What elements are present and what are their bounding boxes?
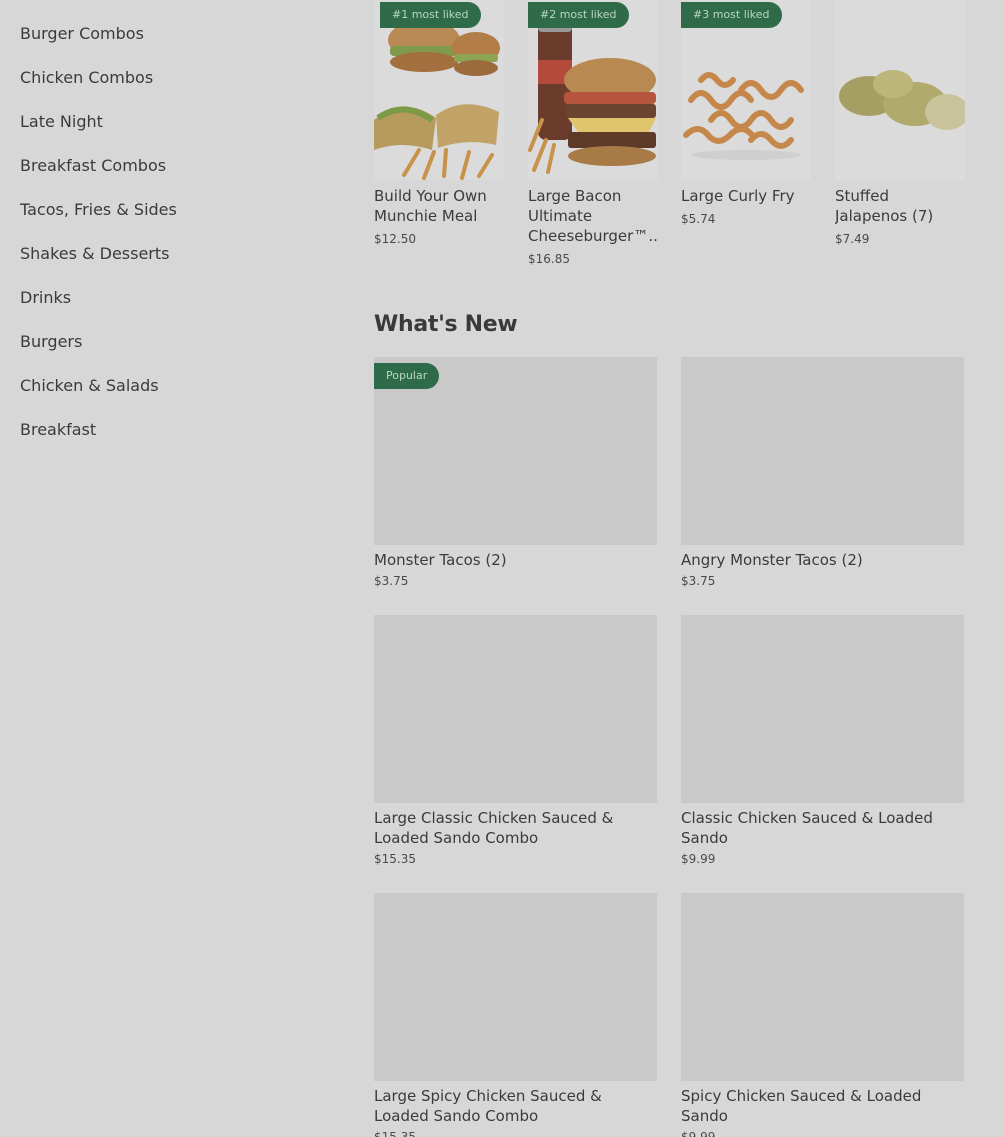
sidebar-item-chicken-combos[interactable]: Chicken Combos bbox=[20, 68, 153, 88]
product-name: Classic Chicken Sauced & Loaded Sando bbox=[681, 809, 933, 847]
sidebar-item-tacos-fries-sides[interactable]: Tacos, Fries & Sides bbox=[20, 200, 177, 220]
sidebar-item-shakes-desserts[interactable]: Shakes & Desserts bbox=[20, 244, 170, 264]
sidebar-item-breakfast-combos[interactable]: Breakfast Combos bbox=[20, 156, 166, 176]
menu-item-card[interactable]: Large Classic Chicken Sauced & Loaded Sa… bbox=[374, 615, 657, 867]
product-image-bacon-cheeseburger: #2 most liked bbox=[528, 0, 658, 180]
sidebar-item-breakfast[interactable]: Breakfast bbox=[20, 420, 96, 440]
menu-page: Burger Combos Chicken Combos Late Night … bbox=[0, 0, 1004, 1137]
sidebar-item-drinks[interactable]: Drinks bbox=[20, 288, 71, 308]
sidebar-item-burgers[interactable]: Burgers bbox=[20, 332, 82, 352]
product-name: Stuffed Jalapenos (7) bbox=[835, 187, 934, 225]
product-image-placeholder: Popular bbox=[374, 357, 657, 545]
product-name: Spicy Chicken Sauced & Loaded Sando bbox=[681, 1087, 922, 1125]
product-image-placeholder bbox=[681, 357, 964, 545]
most-liked-card[interactable]: #3 most liked Large Curly Fry $5.74 bbox=[681, 0, 811, 226]
product-price: $7.49 bbox=[835, 232, 870, 246]
product-image-placeholder bbox=[681, 615, 964, 803]
menu-item-card[interactable]: Classic Chicken Sauced & Loaded Sando $9… bbox=[681, 615, 964, 867]
product-price: $5.74 bbox=[681, 212, 716, 226]
product-image-placeholder bbox=[681, 893, 964, 1081]
sidebar-item-late-night[interactable]: Late Night bbox=[20, 112, 103, 132]
product-name: Build Your Own Munchie Meal bbox=[374, 187, 487, 225]
product-price: $3.75 bbox=[374, 574, 409, 588]
product-price: $9.99 bbox=[681, 1130, 716, 1137]
section-title-whats-new: What's New bbox=[374, 312, 518, 337]
product-image-stuffed-jalapenos bbox=[835, 0, 965, 180]
most-liked-card[interactable]: #1 most liked Build Your Own Munchie Mea… bbox=[374, 0, 504, 246]
rank-badge: #2 most liked bbox=[528, 2, 629, 28]
menu-item-card[interactable]: Popular Monster Tacos (2) $3.75 bbox=[374, 357, 657, 589]
product-name: Angry Monster Tacos (2) bbox=[681, 551, 863, 569]
product-price: $3.75 bbox=[681, 574, 716, 588]
most-liked-card[interactable]: #2 most liked Large Bacon Ultimate Chees… bbox=[528, 0, 658, 266]
popular-badge: Popular bbox=[374, 363, 440, 389]
product-price: $9.99 bbox=[681, 852, 716, 866]
sidebar-item-chicken-salads[interactable]: Chicken & Salads bbox=[20, 376, 159, 396]
product-image-placeholder bbox=[374, 615, 657, 803]
product-price: $12.50 bbox=[374, 232, 416, 246]
product-image-munchie-meal: #1 most liked bbox=[374, 0, 504, 180]
sidebar-item-burger-combos[interactable]: Burger Combos bbox=[20, 24, 144, 44]
product-name: Large Spicy Chicken Sauced & Loaded Sand… bbox=[374, 1087, 602, 1125]
category-sidebar: Burger Combos Chicken Combos Late Night … bbox=[0, 0, 340, 1137]
product-name: Large Curly Fry bbox=[681, 187, 795, 205]
rank-badge: #3 most liked bbox=[681, 2, 782, 28]
product-price: $16.85 bbox=[528, 252, 570, 266]
menu-item-card[interactable]: Angry Monster Tacos (2) $3.75 bbox=[681, 357, 964, 589]
product-image-placeholder bbox=[374, 893, 657, 1081]
product-price: $15.35 bbox=[374, 1130, 416, 1137]
product-name: Monster Tacos (2) bbox=[374, 551, 507, 569]
menu-item-card[interactable]: Large Spicy Chicken Sauced & Loaded Sand… bbox=[374, 893, 657, 1137]
product-name: Large Classic Chicken Sauced & Loaded Sa… bbox=[374, 809, 614, 847]
most-liked-card[interactable]: Stuffed Jalapenos (7) $7.49 bbox=[835, 0, 965, 246]
rank-badge: #1 most liked bbox=[380, 2, 481, 28]
menu-item-card[interactable]: Spicy Chicken Sauced & Loaded Sando $9.9… bbox=[681, 893, 964, 1137]
product-name: Large Bacon Ultimate Cheeseburger™... bbox=[528, 187, 658, 245]
product-price: $15.35 bbox=[374, 852, 416, 866]
product-image-curly-fry: #3 most liked bbox=[681, 0, 811, 180]
